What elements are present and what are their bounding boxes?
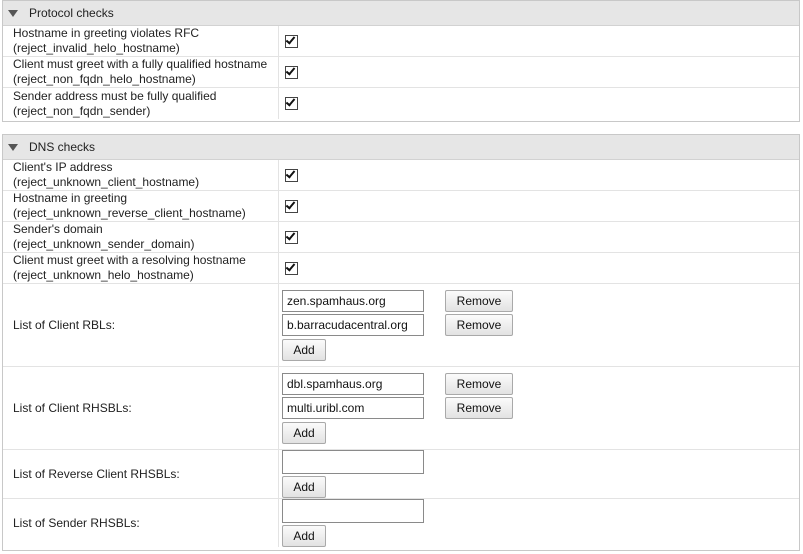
option-row-reject-invalid-helo-hostname: Hostname in greeting violates RFC (rejec… <box>3 26 799 57</box>
sender-rhsbl-input[interactable] <box>282 499 424 523</box>
option-param: (reject_invalid_helo_hostname) <box>13 41 180 55</box>
reverse-client-rhsbl-input[interactable] <box>282 450 424 474</box>
client-rhsbls-row: List of Client RHSBLs: dbl.spamhaus.org … <box>3 367 799 450</box>
list-entry: zen.spamhaus.org Remove <box>282 289 799 313</box>
client-rbls-row: List of Client RBLs: zen.spamhaus.org Re… <box>3 284 799 367</box>
reject-invalid-helo-hostname-checkbox[interactable] <box>285 34 298 48</box>
sender-rhsbls-row: List of Sender RHSBLs: Add <box>3 499 799 547</box>
dns-checks-header[interactable]: DNS checks <box>3 135 799 160</box>
option-param: (reject_non_fqdn_helo_hostname) <box>13 72 196 86</box>
list-entry: multi.uribl.com Remove <box>282 396 799 420</box>
option-label: Sender's domain <box>13 222 103 236</box>
reject-non-fqdn-sender-checkbox[interactable] <box>285 97 298 110</box>
option-label: Client must greet with a resolving hostn… <box>13 253 246 267</box>
list-entry: dbl.spamhaus.org Remove <box>282 372 799 396</box>
sender-rhsbls-label: List of Sender RHSBLs: <box>13 515 140 530</box>
add-button[interactable]: Add <box>282 476 326 498</box>
option-label: Client must greet with a fully qualified… <box>13 57 268 71</box>
client-rbls-label: List of Client RBLs: <box>13 317 116 332</box>
option-label: Hostname in greeting <box>13 191 128 205</box>
add-button[interactable]: Add <box>282 525 326 547</box>
reverse-client-rhsbls-label: List of Reverse Client RHSBLs: <box>13 466 180 481</box>
reject-unknown-reverse-client-hostname-checkbox[interactable] <box>285 199 298 213</box>
option-param: (reject_unknown_helo_hostname) <box>13 268 194 282</box>
option-row-reject-non-fqdn-sender: Sender address must be fully qualified (… <box>3 88 799 119</box>
remove-button[interactable]: Remove <box>445 290 513 312</box>
option-param: (reject_unknown_client_hostname) <box>13 175 200 189</box>
option-label: Sender address must be fully qualified <box>13 88 217 103</box>
option-label: Client's IP address <box>13 160 113 174</box>
remove-button[interactable]: Remove <box>445 397 513 419</box>
option-label: Hostname in greeting violates RFC <box>13 26 200 40</box>
triangle-down-icon[interactable] <box>8 143 18 151</box>
client-rhsbl-input[interactable]: dbl.spamhaus.org <box>282 373 424 395</box>
option-param: (reject_unknown_reverse_client_hostname) <box>13 206 246 220</box>
client-rbl-input[interactable]: zen.spamhaus.org <box>282 290 424 312</box>
client-rhsbls-label: List of Client RHSBLs: <box>13 400 132 415</box>
list-entry: b.barracudacentral.org Remove <box>282 313 799 337</box>
protocol-checks-header[interactable]: Protocol checks <box>3 1 799 26</box>
option-row-reject-unknown-sender-domain: Sender's domain (reject_unknown_sender_d… <box>3 222 799 253</box>
client-rhsbl-input[interactable]: multi.uribl.com <box>282 397 424 419</box>
protocol-checks-section: Protocol checks Hostname in greeting vio… <box>2 0 800 122</box>
section-title: DNS checks <box>29 140 96 154</box>
reverse-client-rhsbls-row: List of Reverse Client RHSBLs: Add <box>3 450 799 499</box>
triangle-down-icon[interactable] <box>8 9 18 17</box>
reject-unknown-sender-domain-checkbox[interactable] <box>285 230 298 244</box>
section-title: Protocol checks <box>29 6 114 20</box>
reject-unknown-helo-hostname-checkbox[interactable] <box>285 261 298 275</box>
option-row-reject-non-fqdn-helo-hostname: Client must greet with a fully qualified… <box>3 57 799 88</box>
option-param: (reject_unknown_sender_domain) <box>13 237 195 251</box>
add-button[interactable]: Add <box>282 422 326 444</box>
reject-unknown-client-hostname-checkbox[interactable] <box>285 168 298 182</box>
option-row-reject-unknown-client-hostname: Client's IP address (reject_unknown_clie… <box>3 160 799 191</box>
reject-non-fqdn-helo-hostname-checkbox[interactable] <box>285 65 298 79</box>
client-rbl-input[interactable]: b.barracudacentral.org <box>282 314 424 336</box>
option-param: (reject_non_fqdn_sender) <box>13 103 151 118</box>
option-row-reject-unknown-helo-hostname: Client must greet with a resolving hostn… <box>3 253 799 284</box>
dns-checks-section: DNS checks Client's IP address (reject_u… <box>2 134 800 551</box>
add-button[interactable]: Add <box>282 339 326 361</box>
remove-button[interactable]: Remove <box>445 314 513 336</box>
option-row-reject-unknown-reverse-client-hostname: Hostname in greeting (reject_unknown_rev… <box>3 191 799 222</box>
remove-button[interactable]: Remove <box>445 373 513 395</box>
